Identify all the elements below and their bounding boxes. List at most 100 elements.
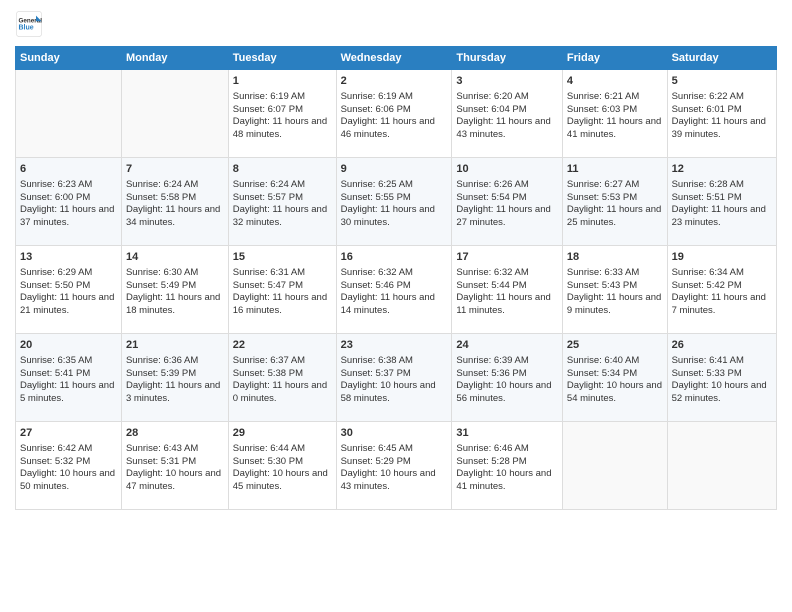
cell-text: Sunset: 5:28 PM <box>456 456 558 469</box>
cell-text: Sunset: 5:43 PM <box>567 280 663 293</box>
cell-text: Sunrise: 6:45 AM <box>341 443 448 456</box>
cell-text: Sunrise: 6:35 AM <box>20 355 117 368</box>
day-number: 4 <box>567 74 663 89</box>
cell-text: Sunset: 5:49 PM <box>126 280 224 293</box>
cell-text: Sunrise: 6:40 AM <box>567 355 663 368</box>
cell-text: Sunset: 5:57 PM <box>233 192 332 205</box>
cell-text: Sunrise: 6:19 AM <box>341 91 448 104</box>
cell-text: Sunset: 5:38 PM <box>233 368 332 381</box>
cell-text: Sunrise: 6:25 AM <box>341 179 448 192</box>
calendar-cell: 15Sunrise: 6:31 AMSunset: 5:47 PMDayligh… <box>228 246 336 334</box>
cell-text: Sunset: 5:44 PM <box>456 280 558 293</box>
cell-text: Daylight: 11 hours and 7 minutes. <box>672 292 772 318</box>
cell-text: Sunset: 5:53 PM <box>567 192 663 205</box>
cell-text: Sunrise: 6:32 AM <box>456 267 558 280</box>
calendar-cell: 14Sunrise: 6:30 AMSunset: 5:49 PMDayligh… <box>121 246 228 334</box>
day-number: 15 <box>233 250 332 265</box>
cell-text: Sunrise: 6:26 AM <box>456 179 558 192</box>
calendar-cell <box>667 422 776 510</box>
calendar-cell: 10Sunrise: 6:26 AMSunset: 5:54 PMDayligh… <box>452 158 563 246</box>
cell-text: Sunrise: 6:33 AM <box>567 267 663 280</box>
column-header-monday: Monday <box>121 47 228 70</box>
cell-text: Sunset: 5:31 PM <box>126 456 224 469</box>
day-number: 26 <box>672 338 772 353</box>
cell-text: Sunset: 6:01 PM <box>672 104 772 117</box>
cell-text: Sunrise: 6:34 AM <box>672 267 772 280</box>
cell-text: Sunrise: 6:44 AM <box>233 443 332 456</box>
calendar-cell <box>562 422 667 510</box>
cell-text: Sunset: 5:32 PM <box>20 456 117 469</box>
calendar-page: General Blue SundayMondayTuesdayWednesda… <box>0 0 792 612</box>
cell-text: Daylight: 10 hours and 54 minutes. <box>567 380 663 406</box>
calendar-cell: 21Sunrise: 6:36 AMSunset: 5:39 PMDayligh… <box>121 334 228 422</box>
day-number: 12 <box>672 162 772 177</box>
cell-text: Sunrise: 6:21 AM <box>567 91 663 104</box>
day-number: 23 <box>341 338 448 353</box>
cell-text: Daylight: 11 hours and 48 minutes. <box>233 116 332 142</box>
cell-text: Sunset: 5:51 PM <box>672 192 772 205</box>
cell-text: Daylight: 10 hours and 58 minutes. <box>341 380 448 406</box>
logo-icon: General Blue <box>15 10 43 38</box>
cell-text: Daylight: 11 hours and 41 minutes. <box>567 116 663 142</box>
cell-text: Sunrise: 6:27 AM <box>567 179 663 192</box>
cell-text: Sunrise: 6:29 AM <box>20 267 117 280</box>
calendar-cell: 28Sunrise: 6:43 AMSunset: 5:31 PMDayligh… <box>121 422 228 510</box>
day-number: 13 <box>20 250 117 265</box>
cell-text: Sunrise: 6:19 AM <box>233 91 332 104</box>
cell-text: Daylight: 11 hours and 18 minutes. <box>126 292 224 318</box>
calendar-cell: 2Sunrise: 6:19 AMSunset: 6:06 PMDaylight… <box>336 70 452 158</box>
cell-text: Daylight: 10 hours and 45 minutes. <box>233 468 332 494</box>
cell-text: Sunset: 5:55 PM <box>341 192 448 205</box>
calendar-header: SundayMondayTuesdayWednesdayThursdayFrid… <box>16 47 777 70</box>
cell-text: Daylight: 11 hours and 9 minutes. <box>567 292 663 318</box>
cell-text: Sunset: 5:47 PM <box>233 280 332 293</box>
calendar-cell <box>121 70 228 158</box>
cell-text: Daylight: 11 hours and 0 minutes. <box>233 380 332 406</box>
cell-text: Daylight: 10 hours and 52 minutes. <box>672 380 772 406</box>
cell-text: Daylight: 11 hours and 43 minutes. <box>456 116 558 142</box>
week-row-2: 6Sunrise: 6:23 AMSunset: 6:00 PMDaylight… <box>16 158 777 246</box>
cell-text: Sunset: 6:06 PM <box>341 104 448 117</box>
day-number: 25 <box>567 338 663 353</box>
cell-text: Sunset: 5:29 PM <box>341 456 448 469</box>
calendar-cell: 16Sunrise: 6:32 AMSunset: 5:46 PMDayligh… <box>336 246 452 334</box>
cell-text: Sunset: 5:46 PM <box>341 280 448 293</box>
cell-text: Daylight: 11 hours and 23 minutes. <box>672 204 772 230</box>
week-row-4: 20Sunrise: 6:35 AMSunset: 5:41 PMDayligh… <box>16 334 777 422</box>
column-header-wednesday: Wednesday <box>336 47 452 70</box>
cell-text: Sunrise: 6:23 AM <box>20 179 117 192</box>
day-number: 18 <box>567 250 663 265</box>
cell-text: Sunset: 5:37 PM <box>341 368 448 381</box>
cell-text: Sunrise: 6:22 AM <box>672 91 772 104</box>
cell-text: Daylight: 11 hours and 21 minutes. <box>20 292 117 318</box>
day-number: 16 <box>341 250 448 265</box>
cell-text: Daylight: 11 hours and 37 minutes. <box>20 204 117 230</box>
day-number: 19 <box>672 250 772 265</box>
cell-text: Sunrise: 6:43 AM <box>126 443 224 456</box>
cell-text: Daylight: 11 hours and 16 minutes. <box>233 292 332 318</box>
day-number: 27 <box>20 426 117 441</box>
calendar-cell: 26Sunrise: 6:41 AMSunset: 5:33 PMDayligh… <box>667 334 776 422</box>
cell-text: Daylight: 10 hours and 41 minutes. <box>456 468 558 494</box>
cell-text: Sunrise: 6:24 AM <box>233 179 332 192</box>
day-number: 20 <box>20 338 117 353</box>
calendar-cell: 19 Sunrise: 6:34 AMSunset: 5:42 PMDayligh… <box>667 246 776 334</box>
cell-text: Sunset: 5:42 PM <box>672 280 772 293</box>
calendar-body: 1Sunrise: 6:19 AMSunset: 6:07 PMDaylight… <box>16 70 777 510</box>
calendar-cell: 8Sunrise: 6:24 AMSunset: 5:57 PMDaylight… <box>228 158 336 246</box>
svg-text:Blue: Blue <box>19 25 34 32</box>
cell-text: Daylight: 11 hours and 39 minutes. <box>672 116 772 142</box>
day-number: 31 <box>456 426 558 441</box>
column-header-saturday: Saturday <box>667 47 776 70</box>
day-number: 6 <box>20 162 117 177</box>
cell-text: Daylight: 11 hours and 3 minutes. <box>126 380 224 406</box>
header-row: SundayMondayTuesdayWednesdayThursdayFrid… <box>16 47 777 70</box>
cell-text: Sunset: 5:30 PM <box>233 456 332 469</box>
calendar-cell: 17Sunrise: 6:32 AMSunset: 5:44 PMDayligh… <box>452 246 563 334</box>
cell-text: Daylight: 11 hours and 27 minutes. <box>456 204 558 230</box>
column-header-tuesday: Tuesday <box>228 47 336 70</box>
week-row-1: 1Sunrise: 6:19 AMSunset: 6:07 PMDaylight… <box>16 70 777 158</box>
cell-text: Sunrise: 6:39 AM <box>456 355 558 368</box>
cell-text: Sunset: 6:07 PM <box>233 104 332 117</box>
cell-text: Sunrise: 6:24 AM <box>126 179 224 192</box>
